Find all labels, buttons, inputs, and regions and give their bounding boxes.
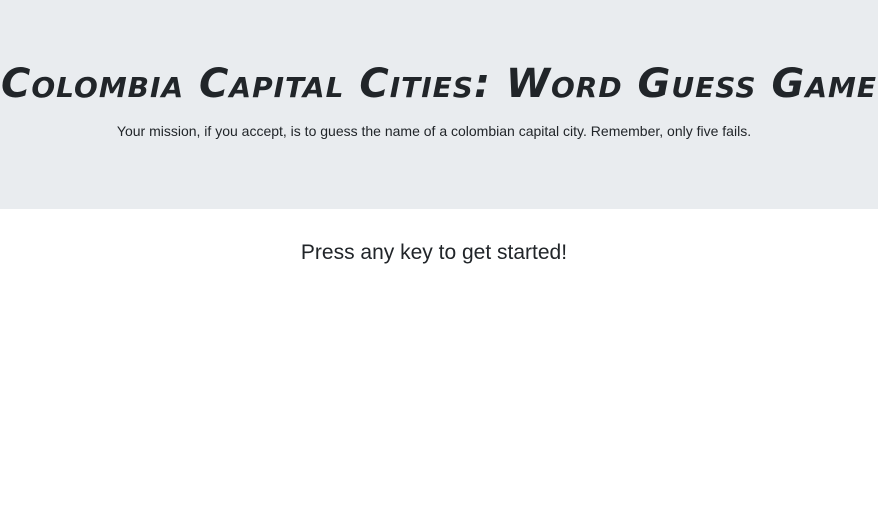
game-instructions: Your mission, if you accept, is to guess…	[116, 123, 752, 139]
header-banner: Colombia Capital Cities: Word Guess Game…	[0, 0, 878, 209]
start-prompt: Press any key to get started!	[300, 241, 568, 264]
game-title: Colombia Capital Cities: Word Guess Game	[1, 61, 877, 107]
